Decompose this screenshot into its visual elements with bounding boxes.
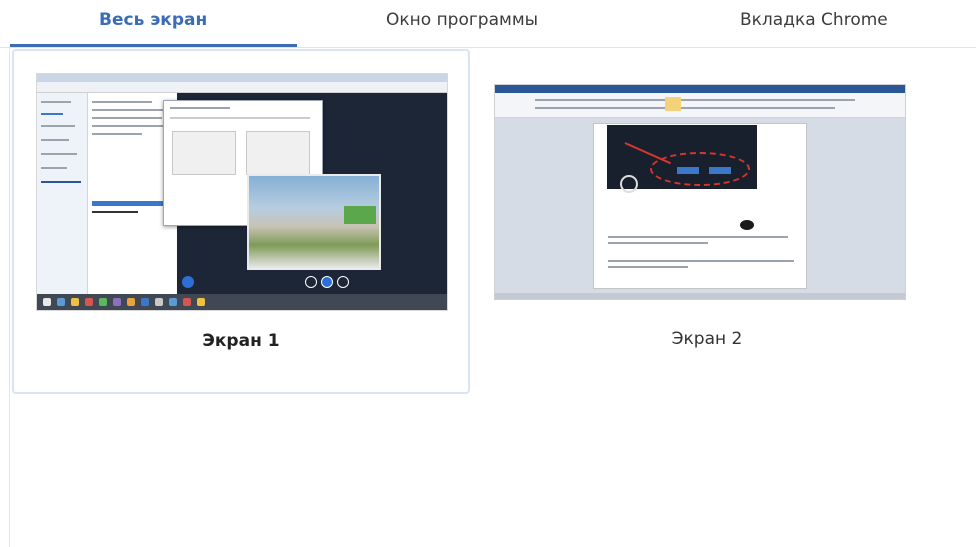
tab-entire-screen[interactable]: Весь экран — [99, 10, 207, 30]
screen-option-2[interactable]: Экран 2 — [478, 49, 936, 394]
tab-chrome-tab[interactable]: Вкладка Chrome — [740, 10, 888, 30]
screen-1-thumbnail — [36, 73, 448, 311]
screen-1-label: Экран 1 — [202, 331, 280, 351]
tab-application-window[interactable]: Окно программы — [386, 10, 538, 30]
screen-2-thumbnail — [494, 84, 906, 300]
active-tab-indicator — [10, 44, 297, 47]
panel-divider — [9, 47, 10, 547]
screen-2-label: Экран 2 — [671, 329, 743, 349]
screen-option-1[interactable]: Экран 1 — [12, 49, 470, 394]
share-source-tabs: Весь экран Окно программы Вкладка Chrome — [0, 0, 976, 48]
